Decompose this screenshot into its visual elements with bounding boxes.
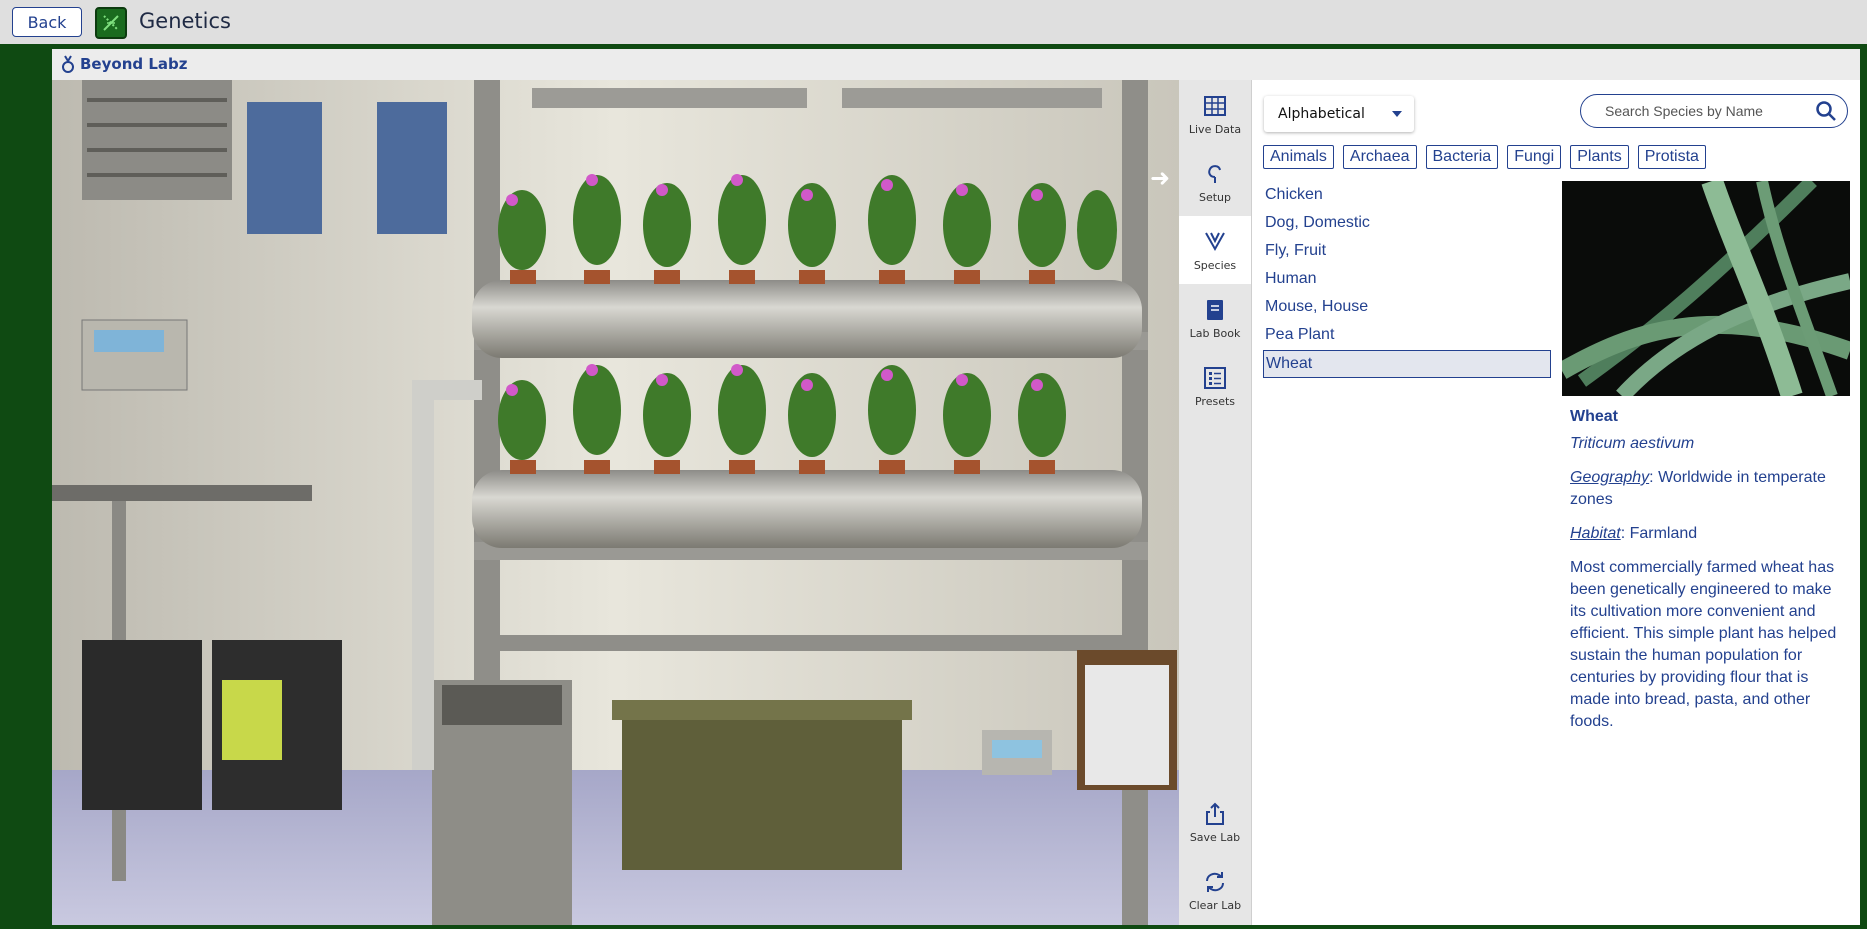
- filter-protista[interactable]: Protista: [1637, 145, 1706, 169]
- species-details: Wheat Triticum aestivum Geography: World…: [1570, 406, 1840, 733]
- tool-label: Setup: [1198, 190, 1232, 204]
- filter-animals[interactable]: Animals: [1263, 145, 1334, 169]
- species-item[interactable]: Pea Plant: [1263, 322, 1551, 350]
- tool-presets[interactable]: Presets: [1179, 352, 1251, 420]
- species-photo: [1562, 181, 1850, 396]
- species-item[interactable]: Fly, Fruit: [1263, 238, 1551, 266]
- habitat-line: Habitat: Farmland: [1570, 523, 1840, 545]
- species-item[interactable]: Chicken: [1263, 182, 1551, 210]
- caret-down-icon: [1392, 111, 1402, 117]
- tool-label: Species: [1193, 258, 1237, 272]
- species-search: [1580, 94, 1848, 128]
- sort-value: Alphabetical: [1278, 106, 1365, 122]
- sort-dropdown[interactable]: Alphabetical: [1264, 96, 1414, 132]
- app-title: Genetics: [139, 9, 231, 33]
- tool-clear-lab[interactable]: Clear Lab: [1179, 856, 1251, 924]
- greenhouse-illustration: [52, 80, 1179, 925]
- tool-setup[interactable]: Setup: [1179, 148, 1251, 216]
- search-icon[interactable]: [1815, 100, 1837, 122]
- tool-lab-book[interactable]: Lab Book: [1179, 284, 1251, 352]
- category-filters: Animals Archaea Bacteria Fungi Plants Pr…: [1263, 145, 1706, 169]
- species-item[interactable]: Dog, Domestic: [1263, 210, 1551, 238]
- geography-label[interactable]: Geography: [1570, 469, 1649, 486]
- species-description: Most commercially farmed wheat has been …: [1570, 559, 1837, 730]
- species-branch-icon: [1205, 232, 1225, 251]
- species-name: Wheat: [1570, 408, 1618, 425]
- search-input[interactable]: [1603, 102, 1815, 120]
- tool-label: Lab Book: [1189, 326, 1241, 340]
- habitat-label[interactable]: Habitat: [1570, 525, 1621, 542]
- tool-label: Save Lab: [1189, 830, 1241, 844]
- list-icon: [1204, 366, 1226, 389]
- app-bar: Back Genetics: [0, 0, 1867, 44]
- book-icon: [1207, 299, 1223, 320]
- brand-bar: Beyond Labz: [52, 49, 1860, 81]
- geography-line: Geography: Worldwide in temperate zones: [1570, 467, 1840, 511]
- tool-live-data[interactable]: Live Data: [1179, 80, 1251, 148]
- tool-species[interactable]: Species: [1179, 216, 1251, 284]
- back-button[interactable]: Back: [12, 7, 82, 37]
- species-list: Chicken Dog, Domestic Fly, Fruit Human M…: [1263, 182, 1551, 378]
- arrow-right-icon[interactable]: ➜: [1150, 164, 1170, 192]
- filter-plants[interactable]: Plants: [1570, 145, 1629, 169]
- brand: Beyond Labz: [60, 54, 187, 74]
- filter-archaea[interactable]: Archaea: [1342, 145, 1417, 169]
- lab-frame: Beyond Labz ➜ Live Data Setup Species La…: [52, 49, 1860, 925]
- dna-icon: [95, 7, 127, 39]
- species-item-selected[interactable]: Wheat: [1263, 350, 1551, 378]
- tool-label: Clear Lab: [1188, 898, 1242, 912]
- lab-scene[interactable]: ➜: [52, 80, 1179, 925]
- brand-name: Beyond Labz: [80, 55, 188, 73]
- filter-bacteria[interactable]: Bacteria: [1425, 145, 1499, 169]
- share-upload-icon: [1206, 802, 1224, 825]
- tool-label: Live Data: [1188, 122, 1242, 136]
- habitat-value: : Farmland: [1620, 525, 1698, 542]
- filter-fungi[interactable]: Fungi: [1507, 145, 1562, 169]
- species-item[interactable]: Mouse, House: [1263, 294, 1551, 322]
- table-grid-icon: [1204, 95, 1226, 116]
- tool-label: Presets: [1194, 394, 1236, 408]
- species-panel: Alphabetical Animals Archaea Bacteria Fu…: [1252, 80, 1860, 925]
- scientific-name: Triticum aestivum: [1570, 435, 1695, 452]
- setup-hook-icon: [1208, 164, 1221, 183]
- species-item[interactable]: Human: [1263, 266, 1551, 294]
- side-toolbar: Live Data Setup Species Lab Book Presets…: [1179, 80, 1252, 925]
- beyond-labz-logo-icon: [62, 55, 74, 73]
- refresh-icon: [1206, 871, 1224, 892]
- tool-save-lab[interactable]: Save Lab: [1179, 788, 1251, 856]
